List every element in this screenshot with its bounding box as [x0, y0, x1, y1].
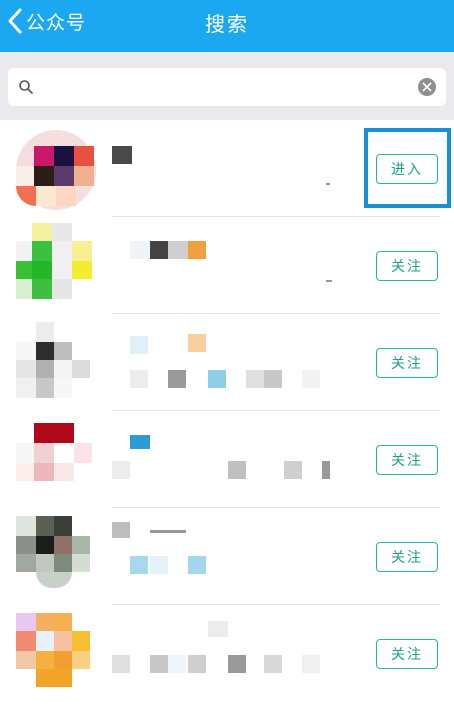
enter-button[interactable]: 进入 [376, 154, 438, 184]
avatar [16, 516, 96, 596]
follow-button[interactable]: 关注 [376, 542, 438, 572]
follow-button[interactable]: 关注 [376, 639, 438, 669]
list-item[interactable]: 关注 [0, 411, 454, 508]
list-item[interactable]: 关注 [0, 314, 454, 411]
avatar [16, 223, 96, 303]
result-list: 进入 关注 关注 关注 关注 关注 [0, 120, 454, 702]
x-icon [422, 82, 432, 92]
page-title: 搜索 [205, 12, 249, 36]
avatar [16, 322, 96, 402]
follow-button[interactable]: 关注 [376, 348, 438, 378]
list-item[interactable]: 进入 [0, 120, 454, 217]
search-input[interactable] [38, 68, 408, 106]
avatar [16, 130, 96, 210]
list-item[interactable]: 关注 [0, 217, 454, 314]
search-box[interactable] [8, 68, 446, 106]
search-bar [0, 52, 454, 120]
follow-button[interactable]: 关注 [376, 445, 438, 475]
list-item[interactable]: 关注 [0, 508, 454, 605]
list-item[interactable]: 关注 [0, 605, 454, 702]
follow-button[interactable]: 关注 [376, 251, 438, 281]
clear-icon[interactable] [418, 78, 436, 96]
top-bar: 公众号 搜索 [0, 0, 454, 52]
avatar [16, 421, 96, 501]
avatar [16, 613, 96, 693]
search-icon [19, 80, 33, 94]
